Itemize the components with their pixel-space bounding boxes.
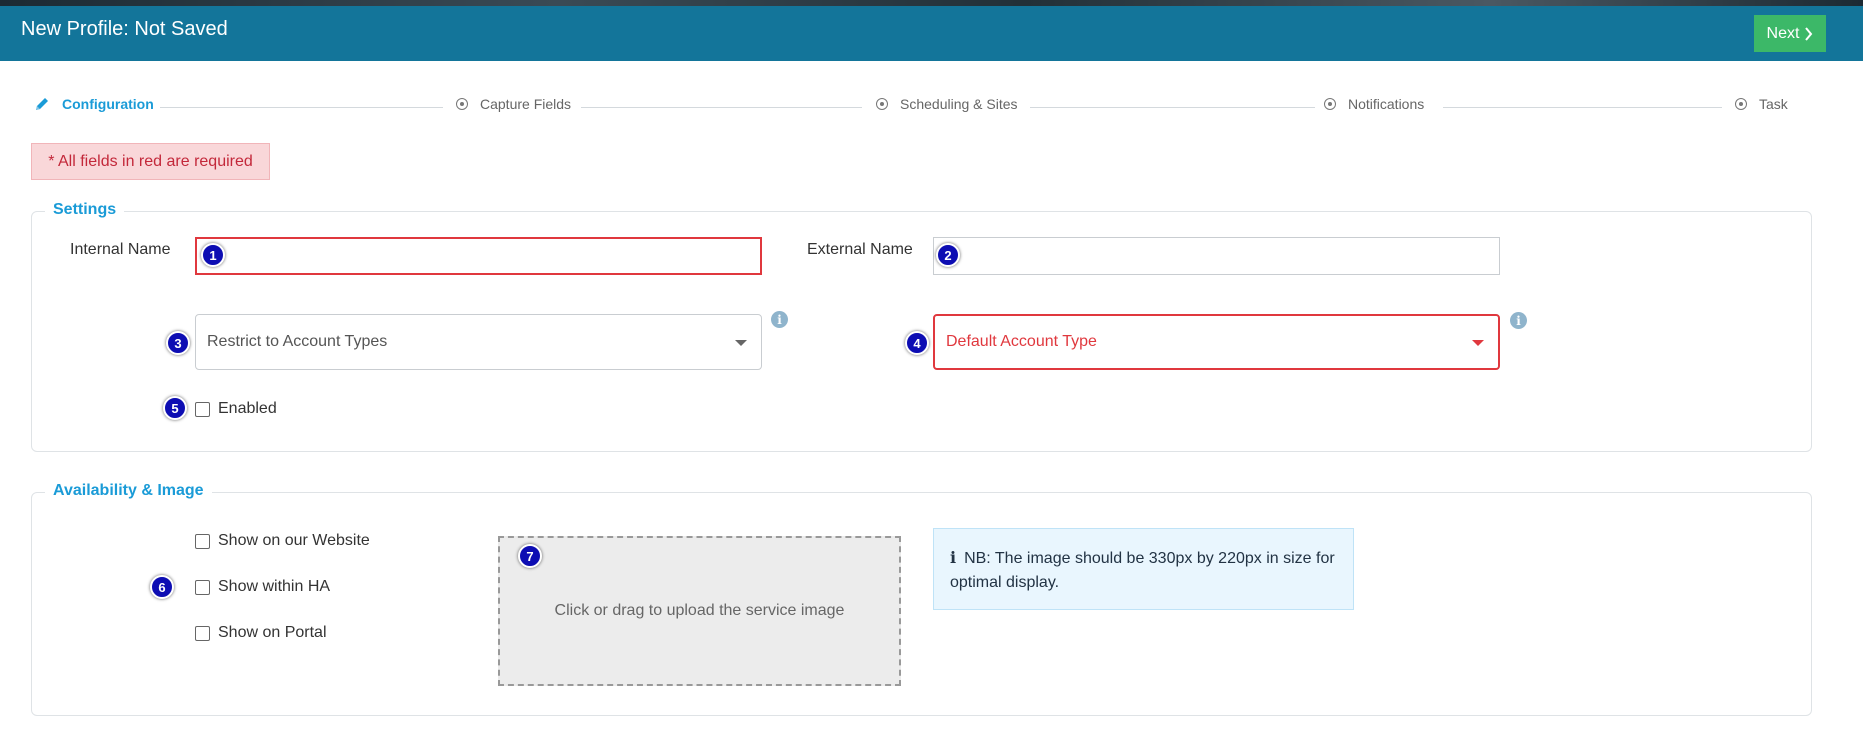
step-label: Task <box>1759 96 1788 112</box>
image-size-note: i NB: The image should be 330px by 220px … <box>933 528 1354 610</box>
step-configuration[interactable]: Configuration <box>34 96 154 112</box>
enabled-checkbox[interactable] <box>195 401 210 417</box>
step-capture-fields[interactable]: Capture Fields <box>456 96 571 112</box>
step-scheduling-sites[interactable]: Scheduling & Sites <box>876 96 1018 112</box>
image-upload-dropzone[interactable]: Click or drag to upload the service imag… <box>498 536 901 686</box>
restrict-account-types-placeholder: Restrict to Account Types <box>207 333 388 350</box>
default-account-type-select[interactable]: Default Account Type <box>933 314 1500 370</box>
page-title: New Profile: Not Saved <box>21 18 228 40</box>
next-button[interactable]: Next <box>1754 15 1826 52</box>
note-text: NB: The image should be 330px by 220px i… <box>950 550 1335 591</box>
upload-text: Click or drag to upload the service imag… <box>554 602 845 619</box>
show-ha-checkbox[interactable] <box>195 579 210 595</box>
badge-1: 1 <box>201 243 225 267</box>
badge-5: 5 <box>163 396 187 420</box>
badge-6: 6 <box>150 575 174 599</box>
chevron-right-icon <box>1805 26 1813 41</box>
info-icon[interactable]: i <box>771 311 788 328</box>
step-label: Capture Fields <box>480 96 572 112</box>
caret-down-icon <box>735 340 747 346</box>
step-connector <box>160 107 443 108</box>
external-name-input[interactable] <box>933 237 1500 275</box>
info-icon: i <box>950 548 957 567</box>
availability-panel <box>31 492 1812 716</box>
caret-down-icon <box>1472 340 1484 346</box>
badge-7: 7 <box>518 544 542 568</box>
show-ha-row[interactable]: Show within HA <box>195 578 330 596</box>
required-fields-alert: * All fields in red are required <box>31 143 270 180</box>
badge-2: 2 <box>936 243 960 267</box>
next-button-label: Next <box>1766 24 1800 42</box>
radio-dot-icon <box>1324 98 1336 110</box>
show-portal-row[interactable]: Show on Portal <box>195 624 327 642</box>
step-connector <box>1030 107 1315 108</box>
step-task[interactable]: Task <box>1735 96 1788 112</box>
availability-legend: Availability & Image <box>45 482 212 500</box>
badge-4: 4 <box>905 331 929 355</box>
internal-name-label: Internal Name <box>70 241 171 258</box>
step-label: Scheduling & Sites <box>900 96 1018 112</box>
restrict-account-types-select[interactable]: Restrict to Account Types <box>195 314 762 370</box>
step-notifications[interactable]: Notifications <box>1324 96 1424 112</box>
enabled-label: Enabled <box>218 400 277 417</box>
radio-dot-icon <box>456 98 468 110</box>
radio-dot-icon <box>876 98 888 110</box>
step-label: Configuration <box>62 96 154 112</box>
pencil-icon <box>36 98 48 110</box>
show-portal-checkbox[interactable] <box>195 625 210 641</box>
show-ha-label: Show within HA <box>218 578 331 595</box>
enabled-checkbox-row[interactable]: Enabled <box>195 400 277 418</box>
show-website-row[interactable]: Show on our Website <box>195 532 370 550</box>
settings-legend: Settings <box>45 201 125 219</box>
external-name-label: External Name <box>807 241 913 258</box>
radio-dot-icon <box>1735 98 1747 110</box>
show-website-label: Show on our Website <box>218 532 370 549</box>
show-website-checkbox[interactable] <box>195 533 210 549</box>
step-label: Notifications <box>1348 96 1425 112</box>
internal-name-input[interactable] <box>195 237 762 275</box>
show-portal-label: Show on Portal <box>218 624 327 641</box>
default-account-type-placeholder: Default Account Type <box>946 333 1097 350</box>
badge-3: 3 <box>166 331 190 355</box>
step-connector <box>1443 107 1722 108</box>
info-icon[interactable]: i <box>1510 312 1527 329</box>
step-connector <box>581 107 862 108</box>
header-bar <box>0 6 1863 61</box>
